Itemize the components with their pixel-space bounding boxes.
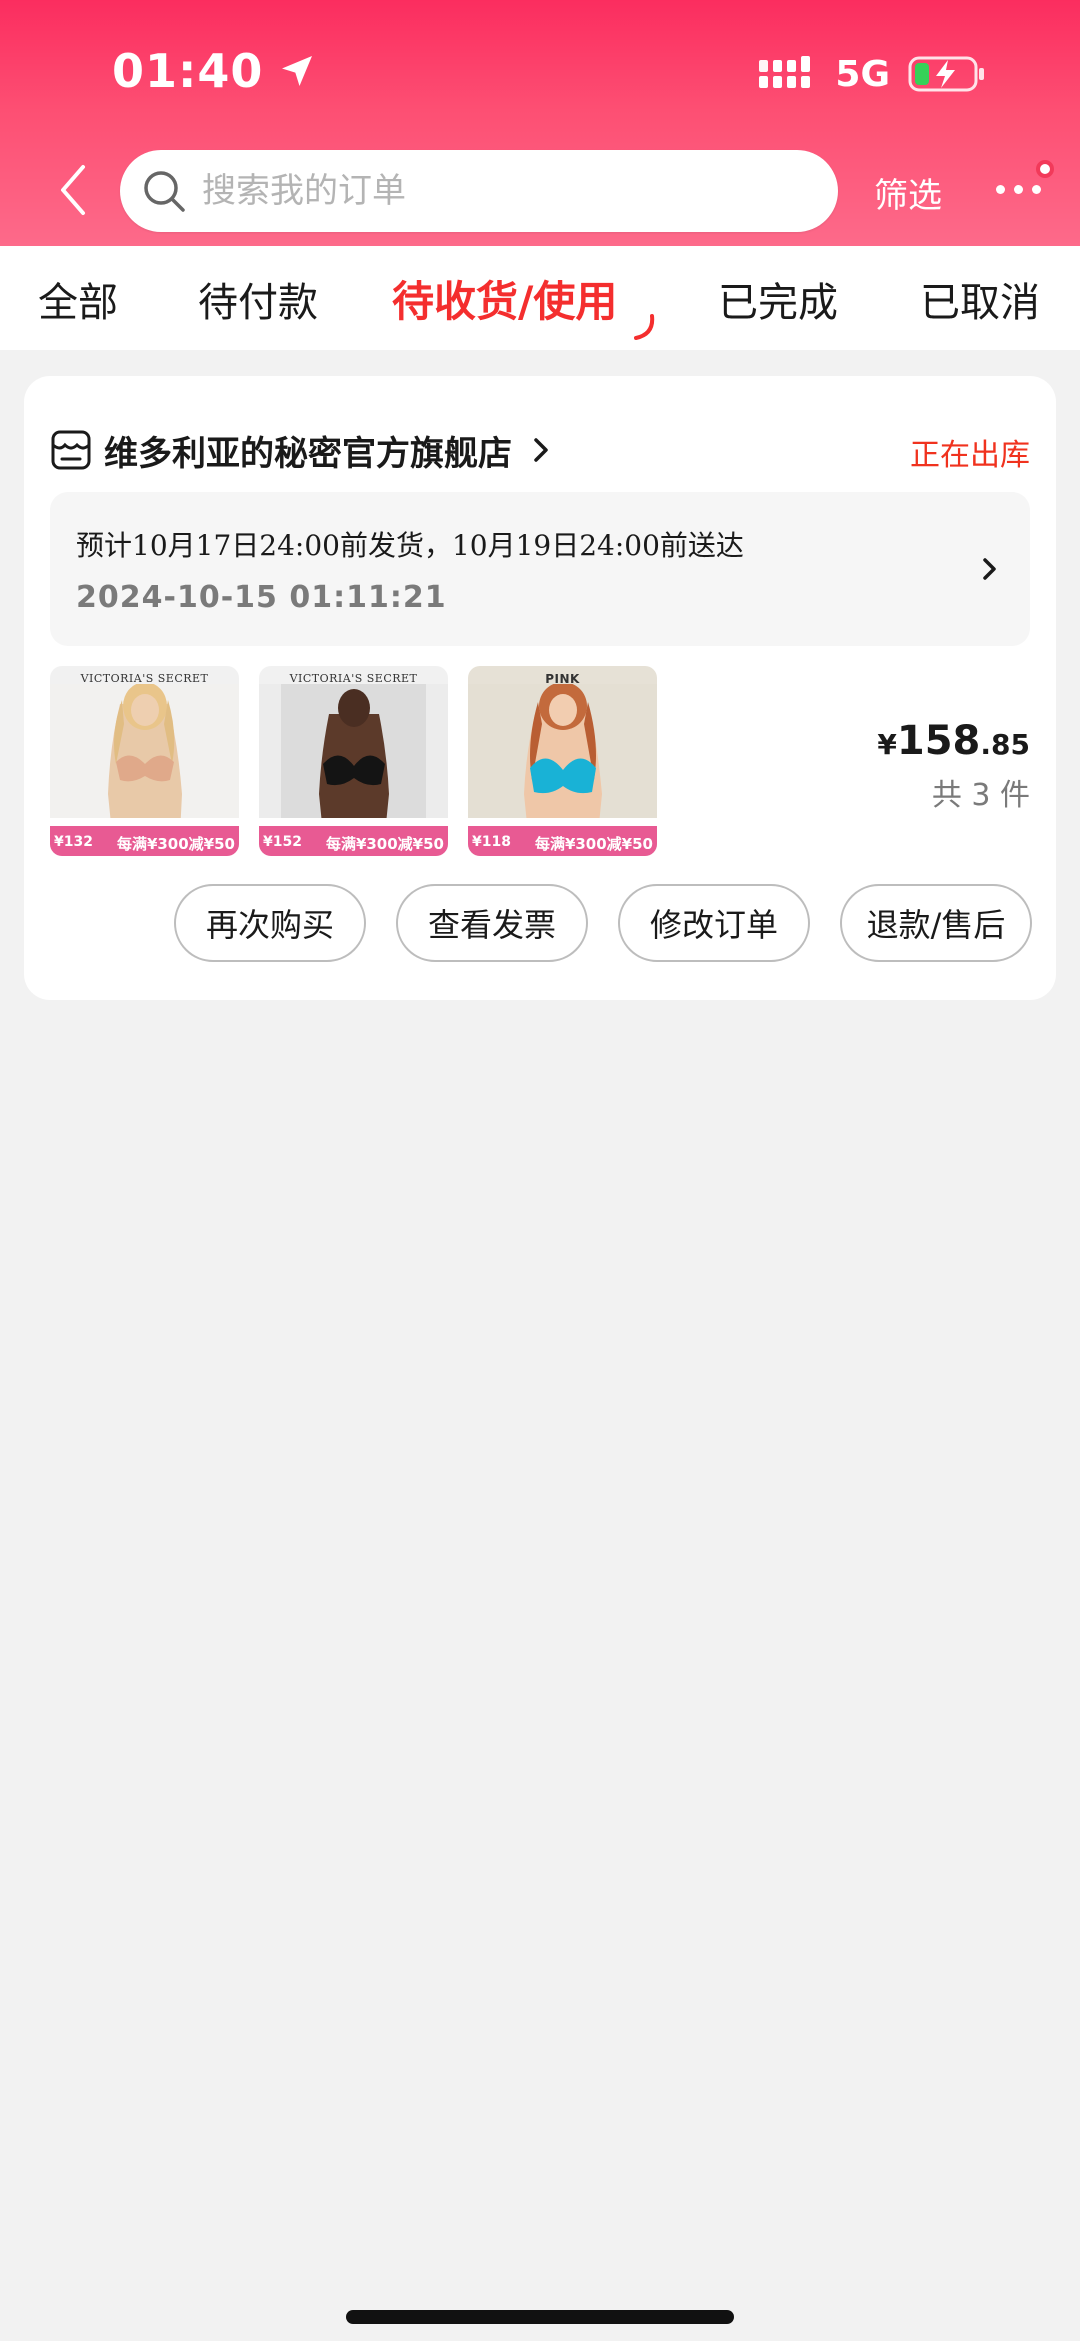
price-integer: 158 xyxy=(896,718,981,764)
back-button[interactable] xyxy=(50,160,94,220)
more-dot xyxy=(1013,184,1023,194)
more-dot xyxy=(1031,184,1041,194)
product-thumb[interactable]: VICTORIA'S SECRET ¥152 每满¥300减¥50 xyxy=(259,666,448,856)
rebuy-button[interactable]: 再次购买 xyxy=(174,884,366,962)
tab-cancelled[interactable]: 已取消 xyxy=(920,270,1040,328)
thumb-strip xyxy=(468,818,657,826)
order-status: 正在出库 xyxy=(910,438,1030,473)
search-bar[interactable] xyxy=(120,150,838,232)
time-text: 01:40 xyxy=(112,44,264,98)
home-indicator[interactable] xyxy=(346,2310,734,2324)
order-actions: 再次购买 查看发票 修改订单 退款/售后 xyxy=(174,884,1032,962)
product-price: ¥118 xyxy=(472,834,511,850)
item-count: 共 3 件 xyxy=(931,778,1030,813)
shop-name: 维多利亚的秘密官方旗舰店 xyxy=(104,433,512,474)
order-tabs: 全部 待付款 待收货/使用 已完成 已取消 xyxy=(0,246,1080,350)
modify-order-button[interactable]: 修改订单 xyxy=(618,884,810,962)
view-invoice-button[interactable]: 查看发票 xyxy=(396,884,588,962)
battery-charging-icon xyxy=(908,56,984,92)
product-promo: 每满¥300减¥50 xyxy=(116,835,235,853)
tab-completed[interactable]: 已完成 xyxy=(718,270,838,328)
product-thumb[interactable]: VICTORIA'S SECRET ¥132 每满¥300减¥50 xyxy=(50,666,239,856)
signal-icon xyxy=(759,56,811,88)
thumb-strip xyxy=(50,818,239,826)
shop-link[interactable]: 维多利亚的秘密官方旗舰店 xyxy=(50,426,554,474)
thumb-strip xyxy=(259,818,448,826)
product-thumb[interactable]: PINK ¥118 每满¥300减¥50 xyxy=(468,666,657,856)
more-dot xyxy=(995,184,1005,194)
chevron-right-icon xyxy=(534,438,548,462)
app-root: 01:40 5G 搜索我的订单 筛选 全部 待付款 待收货/使用 已完成 已取消… xyxy=(0,0,1080,2341)
product-image xyxy=(50,684,239,834)
product-image xyxy=(468,684,657,834)
search-icon xyxy=(144,171,185,212)
price-decimal: .85 xyxy=(980,728,1030,761)
order-total: ¥158.85 共 3 件 xyxy=(877,718,1030,814)
chevron-right-icon xyxy=(983,558,996,580)
product-price: ¥132 xyxy=(54,834,93,850)
network-label: 5G xyxy=(835,53,890,95)
order-time: 2024-10-15 01:11:21 xyxy=(76,580,447,615)
active-tab-indicator xyxy=(634,314,655,340)
tab-pending-receipt[interactable]: 待收货/使用 xyxy=(392,268,617,329)
total-price: ¥158.85 xyxy=(877,718,1030,764)
tab-pending-payment[interactable]: 待付款 xyxy=(198,270,318,328)
order-card[interactable]: 维多利亚的秘密官方旗舰店 正在出库 预计10月17日24:00前发货，10月19… xyxy=(24,376,1056,1000)
status-bar-indicators: 5G xyxy=(759,50,986,98)
product-thumbnails: VICTORIA'S SECRET ¥132 每满¥300减¥50 VICTOR… xyxy=(50,666,657,856)
shop-icon xyxy=(51,430,91,470)
promo-banner: ¥152 每满¥300减¥50 xyxy=(259,826,448,856)
tab-all[interactable]: 全部 xyxy=(38,270,118,328)
product-image xyxy=(259,684,448,834)
promo-banner: ¥118 每满¥300减¥50 xyxy=(468,826,657,856)
filter-button[interactable]: 筛选 xyxy=(874,168,942,217)
status-bar-time: 01:40 xyxy=(112,44,317,98)
header: 01:40 5G 搜索我的订单 筛选 xyxy=(0,0,1080,246)
delivery-info[interactable]: 预计10月17日24:00前发货，10月19日24:00前送达 2024-10-… xyxy=(50,492,1030,646)
product-promo: 每满¥300减¥50 xyxy=(534,835,653,853)
product-promo: 每满¥300减¥50 xyxy=(325,835,444,853)
delivery-estimate: 预计10月17日24:00前发货，10月19日24:00前送达 xyxy=(76,529,744,562)
refund-aftersale-button[interactable]: 退款/售后 xyxy=(840,884,1032,962)
search-input[interactable] xyxy=(202,171,802,211)
chevron-left-icon xyxy=(61,165,85,215)
notification-dot xyxy=(1036,160,1054,178)
location-arrow-icon xyxy=(282,56,313,86)
promo-banner: ¥132 每满¥300减¥50 xyxy=(50,826,239,856)
product-price: ¥152 xyxy=(263,834,302,850)
currency-symbol: ¥ xyxy=(877,728,897,761)
